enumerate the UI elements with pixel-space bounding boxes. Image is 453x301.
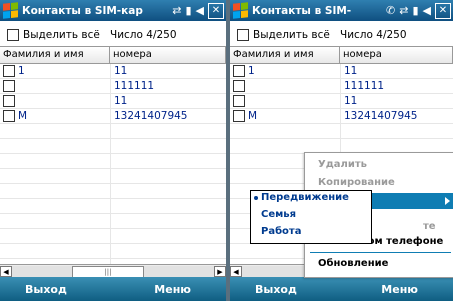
contact-number: 11 <box>344 65 358 77</box>
contact-number: 13241407945 <box>114 110 188 122</box>
table-row[interactable]: 11 <box>230 94 453 109</box>
scroll-left-icon[interactable]: ◀ <box>230 265 242 277</box>
table-header: Фамилия и имя номера <box>230 47 453 64</box>
right-device-screen: Контакты в SIM- ✆ ⇄ ▮ ◀ ✕ Выделить всё Ч… <box>230 0 453 301</box>
menu-item-copy[interactable]: Копирование <box>318 177 395 188</box>
menu-separator <box>310 252 451 253</box>
contact-number: 11 <box>114 95 128 107</box>
title-bar: Контакты в SIM- ✆ ⇄ ▮ ◀ ✕ <box>230 0 453 21</box>
horizontal-scrollbar[interactable]: ◀ ||| ▶ <box>0 264 226 278</box>
row-checkbox[interactable] <box>3 110 15 122</box>
menu-item-delete[interactable]: Удалить <box>318 159 367 170</box>
submenu-item-work[interactable]: Работа <box>261 226 301 237</box>
table-row[interactable]: 11 <box>0 94 226 109</box>
row-checkbox[interactable] <box>3 65 15 77</box>
windows-start-icon[interactable] <box>233 2 248 19</box>
table-row[interactable]: 111111 <box>230 79 453 94</box>
empty-row <box>0 199 226 214</box>
empty-row <box>0 184 226 199</box>
menu-item-partial[interactable]: те <box>423 221 436 232</box>
empty-row <box>0 154 226 169</box>
empty-row <box>0 169 226 184</box>
submenu: Передвижение Семья Работа <box>250 190 372 244</box>
contact-number: 13241407945 <box>344 110 418 122</box>
column-header-name[interactable]: Фамилия и имя <box>230 47 340 63</box>
column-header-number[interactable]: номера <box>110 47 226 63</box>
contact-number: 111111 <box>344 80 385 92</box>
scroll-track[interactable]: ||| <box>12 265 214 278</box>
menu-item-refresh[interactable]: Обновление <box>318 258 388 269</box>
phone-icon[interactable]: ✆ <box>386 5 395 16</box>
row-checkbox[interactable] <box>233 95 245 107</box>
table-row[interactable]: 111111 <box>0 79 226 94</box>
scroll-thumb[interactable]: ||| <box>72 265 144 278</box>
exit-softkey[interactable]: Выход <box>25 283 67 296</box>
contact-name: M <box>248 110 258 122</box>
row-checkbox[interactable] <box>233 65 245 77</box>
empty-row <box>0 214 226 229</box>
empty-row <box>0 229 226 244</box>
contact-name: 1 <box>248 65 255 77</box>
select-all-label[interactable]: Выделить всё <box>253 29 330 41</box>
menu-softkey[interactable]: Меню <box>154 283 191 296</box>
contacts-table: Фамилия и имя номера 1 11 111111 11 M 1324… <box>0 46 226 268</box>
signal-icon[interactable]: ▮ <box>412 5 418 16</box>
submenu-arrow-icon <box>445 197 450 205</box>
left-device-screen: Контакты в SIM-кар ⇄ ▮ ◀ ✕ Выделить всё … <box>0 0 226 301</box>
table-row[interactable]: M 13241407945 <box>230 109 453 124</box>
column-header-name[interactable]: Фамилия и имя <box>0 47 110 63</box>
contact-name: 1 <box>18 65 25 77</box>
contact-name: M <box>18 110 28 122</box>
selection-toolbar: Выделить всё Число 4/250 <box>0 27 226 43</box>
contact-number: 11 <box>344 95 358 107</box>
empty-row <box>230 124 453 139</box>
table-header: Фамилия и имя номера <box>0 47 226 64</box>
title-bar: Контакты в SIM-кар ⇄ ▮ ◀ ✕ <box>0 0 226 21</box>
exit-softkey[interactable]: Выход <box>255 283 297 296</box>
selected-bullet-icon <box>254 196 258 200</box>
volume-icon[interactable]: ◀ <box>196 5 204 16</box>
volume-icon[interactable]: ◀ <box>423 5 431 16</box>
table-row[interactable]: 1 11 <box>230 64 453 79</box>
sync-icon[interactable]: ⇄ <box>172 5 181 16</box>
scroll-right-icon[interactable]: ▶ <box>214 265 226 277</box>
scroll-left-icon[interactable]: ◀ <box>0 265 12 277</box>
select-all-label[interactable]: Выделить всё <box>23 29 100 41</box>
windows-start-icon[interactable] <box>3 2 18 19</box>
row-checkbox[interactable] <box>233 110 245 122</box>
select-all-checkbox[interactable] <box>7 29 19 41</box>
status-icons: ✆ ⇄ ▮ ◀ ✕ <box>382 2 453 19</box>
empty-row <box>0 244 226 259</box>
contact-count: Число 4/250 <box>340 29 407 41</box>
signal-icon[interactable]: ▮ <box>185 5 191 16</box>
contact-number: 11 <box>114 65 128 77</box>
table-row[interactable]: 1 11 <box>0 64 226 79</box>
contact-number: 111111 <box>114 80 155 92</box>
contact-count: Число 4/250 <box>110 29 177 41</box>
close-icon[interactable]: ✕ <box>208 2 224 19</box>
selection-toolbar: Выделить всё Число 4/250 <box>230 27 453 43</box>
window-title: Контакты в SIM- <box>252 4 352 17</box>
close-icon[interactable]: ✕ <box>435 2 451 19</box>
column-header-number[interactable]: номера <box>340 47 453 63</box>
table-body: 1 11 111111 11 M 13241407945 <box>0 64 226 268</box>
menu-softkey[interactable]: Меню <box>381 283 418 296</box>
submenu-item-family[interactable]: Семья <box>261 209 296 220</box>
select-all-checkbox[interactable] <box>237 29 249 41</box>
softkey-bar: Выход Меню <box>0 277 226 301</box>
status-icons: ⇄ ▮ ◀ ✕ <box>168 2 226 19</box>
table-row[interactable]: M 13241407945 <box>0 109 226 124</box>
empty-row <box>0 139 226 154</box>
row-checkbox[interactable] <box>233 80 245 92</box>
sync-icon[interactable]: ⇄ <box>399 5 408 16</box>
row-checkbox[interactable] <box>3 80 15 92</box>
submenu-item-move[interactable]: Передвижение <box>261 192 349 203</box>
softkey-bar: Выход Меню <box>230 277 453 301</box>
row-checkbox[interactable] <box>3 95 15 107</box>
window-title: Контакты в SIM-кар <box>22 4 143 17</box>
empty-row <box>0 124 226 139</box>
